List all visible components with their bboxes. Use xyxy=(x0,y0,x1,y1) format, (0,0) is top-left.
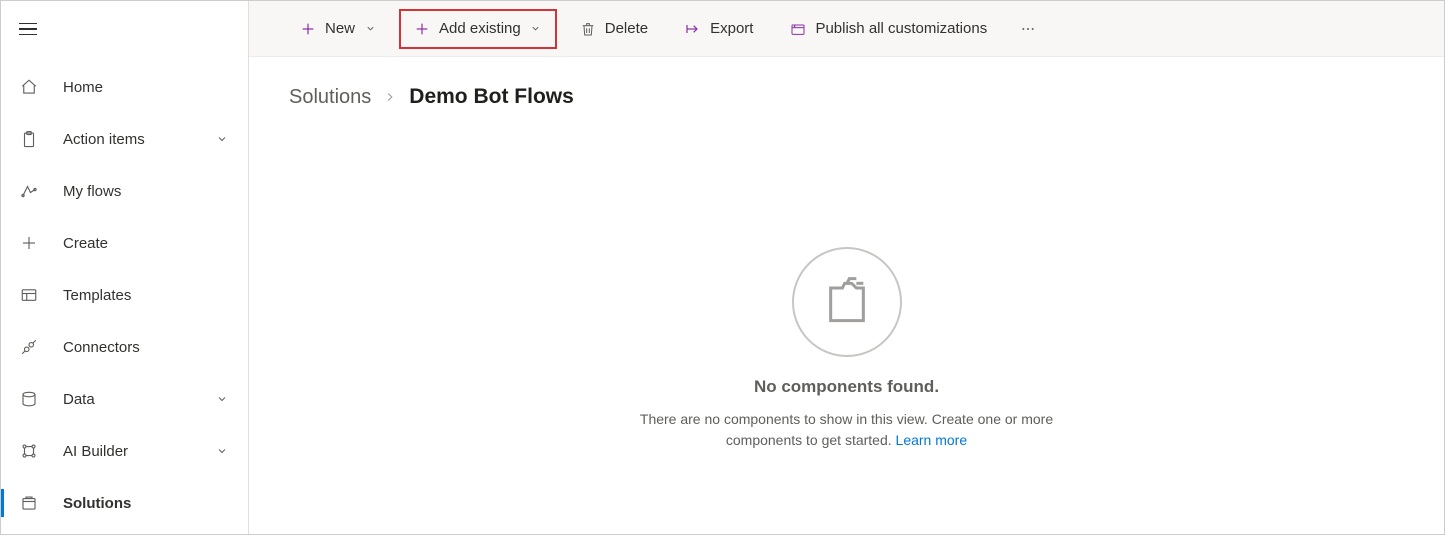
delete-button[interactable]: Delete xyxy=(565,9,662,49)
add-existing-label: Add existing xyxy=(439,20,521,37)
sidebar-item-my-flows[interactable]: My flows xyxy=(1,165,248,217)
add-existing-button[interactable]: Add existing xyxy=(399,9,557,49)
sidebar-item-label: AI Builder xyxy=(63,443,214,460)
sidebar-item-home[interactable]: Home xyxy=(1,61,248,113)
chevron-down-icon xyxy=(529,22,543,36)
export-button[interactable]: Export xyxy=(670,9,767,49)
nav: Home Action items My flows xyxy=(1,57,248,529)
connectors-icon xyxy=(19,337,39,357)
chevron-down-icon xyxy=(214,131,230,147)
plus-icon xyxy=(299,20,317,38)
publish-button[interactable]: Publish all customizations xyxy=(775,9,1001,49)
flow-icon xyxy=(19,181,39,201)
ai-builder-icon xyxy=(19,441,39,461)
sidebar-item-connectors[interactable]: Connectors xyxy=(1,321,248,373)
chevron-down-icon xyxy=(214,443,230,459)
sidebar-item-label: Create xyxy=(63,235,230,252)
export-label: Export xyxy=(710,20,753,37)
chevron-down-icon xyxy=(363,22,377,36)
chevron-right-icon xyxy=(383,90,397,104)
more-icon xyxy=(1019,20,1037,38)
breadcrumb-parent[interactable]: Solutions xyxy=(289,86,371,109)
new-button[interactable]: New xyxy=(285,9,391,49)
sidebar-item-label: Action items xyxy=(63,131,214,148)
empty-folder-icon xyxy=(792,247,902,357)
plus-icon xyxy=(413,20,431,38)
trash-icon xyxy=(579,20,597,38)
sidebar-item-label: Data xyxy=(63,391,214,408)
sidebar-item-templates[interactable]: Templates xyxy=(1,269,248,321)
home-icon xyxy=(19,77,39,97)
export-icon xyxy=(684,20,702,38)
chevron-down-icon xyxy=(214,391,230,407)
delete-label: Delete xyxy=(605,20,648,37)
main: New Add existing Delete xyxy=(249,1,1444,534)
sidebar-item-solutions[interactable]: Solutions xyxy=(1,477,248,529)
empty-state: No components found. There are no compon… xyxy=(547,247,1147,451)
sidebar-item-ai-builder[interactable]: AI Builder xyxy=(1,425,248,477)
empty-text-content: There are no components to show in this … xyxy=(640,411,1053,448)
sidebar-item-create[interactable]: Create xyxy=(1,217,248,269)
clipboard-icon xyxy=(19,129,39,149)
templates-icon xyxy=(19,285,39,305)
hamburger-button[interactable] xyxy=(19,17,43,41)
toolbar: New Add existing Delete xyxy=(249,1,1444,57)
publish-icon xyxy=(789,20,807,38)
more-button[interactable] xyxy=(1009,9,1047,49)
sidebar-item-label: Solutions xyxy=(63,495,230,512)
breadcrumb-current: Demo Bot Flows xyxy=(409,85,574,109)
plus-icon xyxy=(19,233,39,253)
sidebar-item-action-items[interactable]: Action items xyxy=(1,113,248,165)
sidebar: Home Action items My flows xyxy=(1,1,249,534)
breadcrumb: Solutions Demo Bot Flows xyxy=(289,85,1404,109)
sidebar-item-label: Connectors xyxy=(63,339,230,356)
publish-label: Publish all customizations xyxy=(815,20,987,37)
empty-text: There are no components to show in this … xyxy=(607,409,1087,451)
learn-more-link[interactable]: Learn more xyxy=(896,432,968,448)
empty-title: No components found. xyxy=(754,377,939,397)
sidebar-item-label: My flows xyxy=(63,183,230,200)
sidebar-item-label: Home xyxy=(63,79,230,96)
sidebar-item-data[interactable]: Data xyxy=(1,373,248,425)
new-label: New xyxy=(325,20,355,37)
solutions-icon xyxy=(19,493,39,513)
database-icon xyxy=(19,389,39,409)
sidebar-item-label: Templates xyxy=(63,287,230,304)
